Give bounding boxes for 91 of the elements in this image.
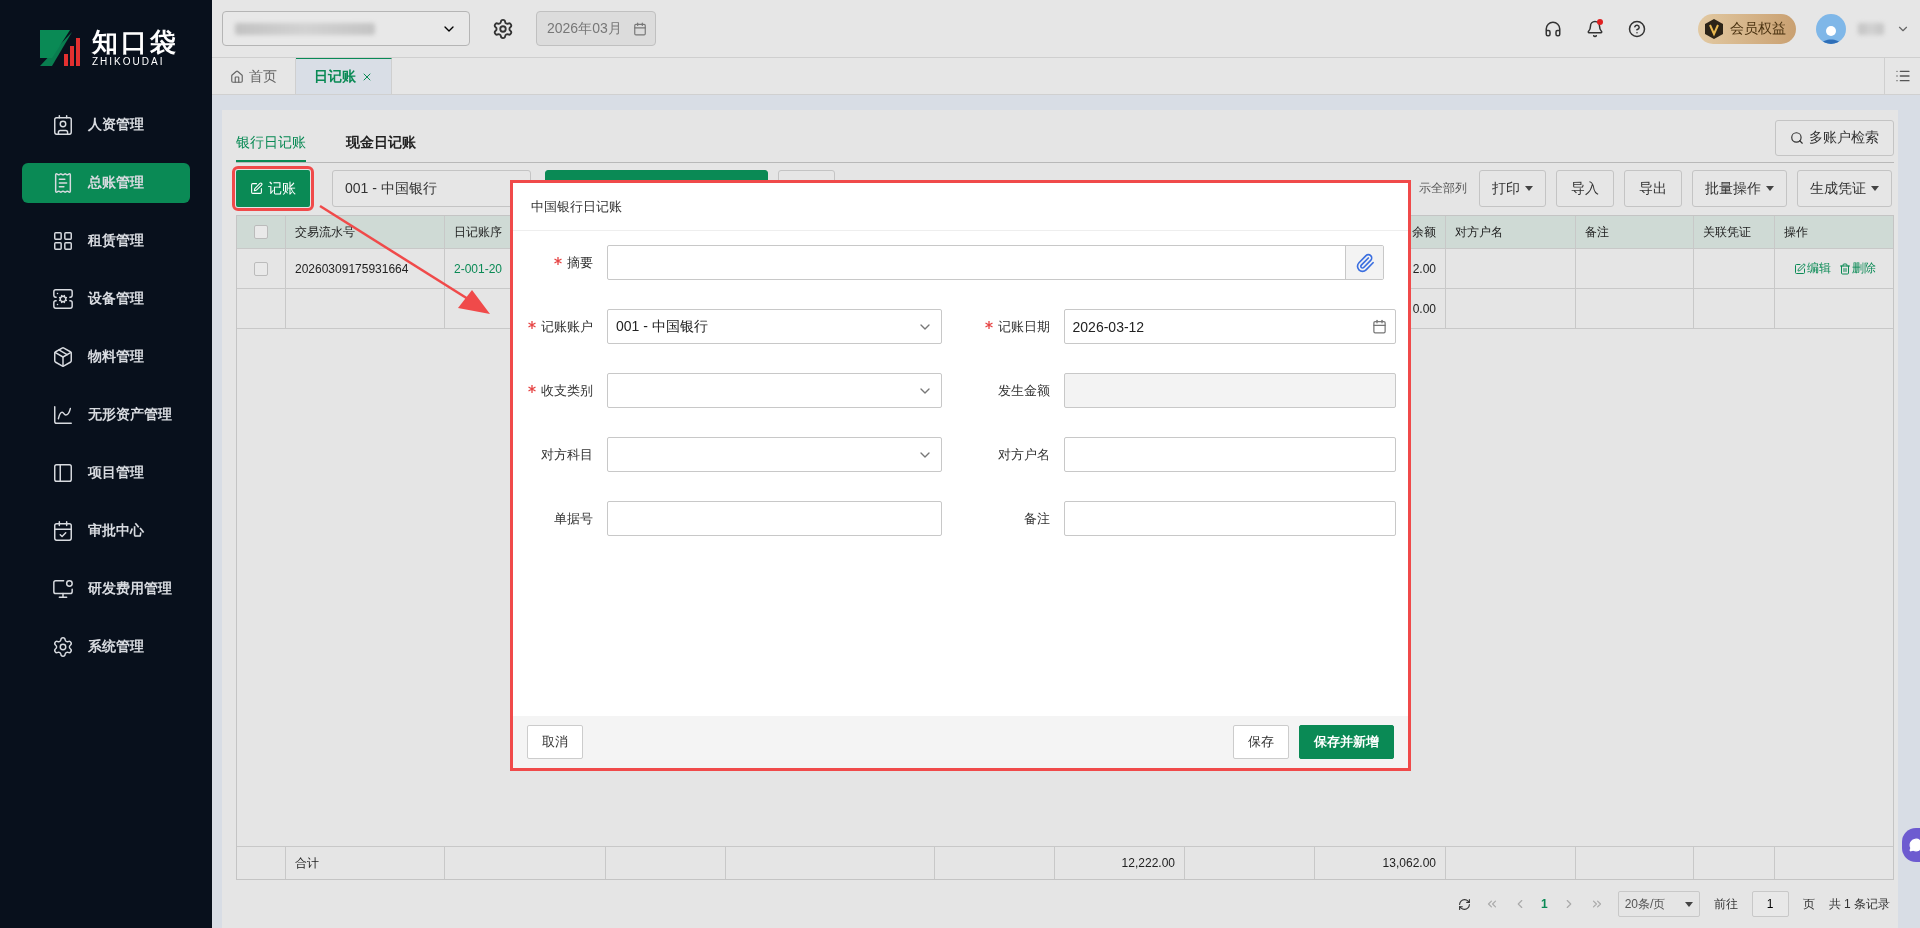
logo-name: 知口袋 bbox=[92, 27, 179, 57]
toolbar-button[interactable]: 批量操作 bbox=[1692, 170, 1787, 207]
select-field[interactable]: 001 - 中国银行 bbox=[607, 309, 942, 344]
sidebar-item[interactable]: 审批中心 bbox=[22, 511, 190, 551]
sidebar-item[interactable]: 无形资产管理 bbox=[22, 395, 190, 435]
field-label: 记账日期 bbox=[956, 317, 1064, 336]
date-field[interactable]: 2026-03-12 bbox=[1063, 309, 1396, 344]
sidebar-item[interactable]: 项目管理 bbox=[22, 453, 190, 493]
chart-icon bbox=[52, 404, 74, 426]
input-field[interactable] bbox=[1063, 501, 1396, 536]
company-select[interactable] bbox=[222, 11, 470, 46]
receipt-icon bbox=[52, 172, 74, 194]
row-checkbox[interactable] bbox=[254, 225, 268, 239]
sidebar-item[interactable]: 物料管理 bbox=[22, 337, 190, 377]
total-records: 共 1 条记录 bbox=[1828, 895, 1890, 913]
dialog-button[interactable]: 保存 bbox=[1233, 725, 1289, 759]
toolbar-button[interactable]: 导出 bbox=[1624, 170, 1682, 207]
row-checkbox[interactable] bbox=[254, 261, 268, 276]
hexagon-v-icon bbox=[1704, 17, 1724, 40]
toolbar-button[interactable]: 导入 bbox=[1556, 170, 1614, 207]
bell-icon[interactable] bbox=[1586, 19, 1604, 38]
dialog-button[interactable]: 保存并新增 bbox=[1299, 725, 1394, 759]
select-field[interactable] bbox=[607, 437, 942, 472]
period-field: 2026年03月 bbox=[536, 11, 656, 46]
help-icon[interactable] bbox=[1628, 19, 1646, 38]
column-header: 关联凭证 bbox=[1694, 216, 1775, 248]
toolbar-button[interactable]: 生成凭证 bbox=[1797, 170, 1892, 207]
edit-icon bbox=[250, 182, 263, 195]
refresh-icon[interactable] bbox=[1457, 897, 1471, 911]
multi-account-search-button[interactable]: 多账户检索 bbox=[1775, 120, 1894, 156]
show-all-columns-link[interactable]: 示全部列 bbox=[1419, 180, 1467, 197]
monitor-icon bbox=[52, 578, 74, 600]
field-label: 发生金额 bbox=[996, 381, 1051, 400]
sidebar-item[interactable]: 系统管理 bbox=[22, 627, 190, 667]
avatar-icon[interactable] bbox=[1816, 13, 1846, 44]
journal-tab[interactable]: 银行日记账 bbox=[236, 134, 306, 162]
page-size-select[interactable]: 20条/页 bbox=[1617, 891, 1700, 917]
blurred-text bbox=[1858, 22, 1884, 35]
search-icon bbox=[1790, 131, 1804, 145]
calendar-icon bbox=[1372, 319, 1387, 334]
field-label: 备注 bbox=[1022, 509, 1051, 528]
goto-label: 前往 bbox=[1713, 895, 1738, 913]
journal-tab[interactable]: 现金日记账 bbox=[346, 134, 416, 162]
column-header: 备注 bbox=[1576, 216, 1694, 248]
calendar-check-icon bbox=[52, 520, 74, 542]
toolbar-button[interactable]: 打印 bbox=[1479, 170, 1546, 207]
sidebar-item[interactable]: 设备管理 bbox=[22, 279, 190, 319]
calendar-icon bbox=[633, 21, 647, 36]
panel-icon bbox=[52, 462, 74, 484]
home-icon bbox=[230, 69, 244, 84]
paperclip-icon[interactable] bbox=[1345, 246, 1383, 279]
dialog-title: 中国银行日记账 bbox=[513, 183, 1408, 231]
logo-icon bbox=[38, 27, 82, 68]
settings-icon[interactable] bbox=[492, 17, 514, 40]
page-input[interactable]: 1 bbox=[1751, 891, 1789, 917]
delete-link[interactable]: 删除 bbox=[1839, 260, 1876, 277]
column-header: 对方户名 bbox=[1446, 216, 1576, 248]
summary-field[interactable] bbox=[607, 245, 1384, 280]
server-icon bbox=[52, 288, 74, 310]
dialog-button[interactable]: 取消 bbox=[527, 725, 583, 759]
edit-icon bbox=[1794, 262, 1806, 275]
field-label: 记账账户 bbox=[513, 317, 607, 336]
page-unit-label: 页 bbox=[1802, 895, 1815, 913]
field-label: 对方户名 bbox=[996, 445, 1051, 464]
trash-icon bbox=[1839, 262, 1851, 275]
logo-subtitle: ZHIKOUDAI bbox=[92, 56, 166, 68]
table-cell: 12,222.00 bbox=[1055, 847, 1185, 879]
sidebar-item[interactable]: 租赁管理 bbox=[22, 221, 190, 261]
contact-card-icon bbox=[52, 114, 74, 136]
input-field[interactable] bbox=[1063, 437, 1396, 472]
caret-icon bbox=[1684, 901, 1693, 907]
headset-icon[interactable] bbox=[1544, 19, 1562, 38]
edit-link[interactable]: 编辑 bbox=[1794, 260, 1831, 277]
member-badge[interactable]: 会员权益 bbox=[1698, 13, 1796, 44]
table-cell: 20260309175931664 bbox=[286, 249, 445, 288]
table-cell: 13,062.00 bbox=[1315, 847, 1446, 879]
column-header: 操作 bbox=[1783, 223, 1809, 241]
field-label: 收支类别 bbox=[513, 381, 607, 400]
select-field[interactable] bbox=[607, 373, 942, 408]
settings-icon bbox=[52, 636, 74, 658]
sidebar-item[interactable]: 人资管理 bbox=[22, 105, 190, 145]
grid-icon bbox=[52, 230, 74, 252]
sidebar-item[interactable]: 研发费用管理 bbox=[22, 569, 190, 609]
column-header: 交易流水号 bbox=[286, 216, 445, 248]
field-label: 对方科目 bbox=[540, 445, 594, 464]
table-cell: 合计 bbox=[286, 847, 445, 879]
field-label: 单据号 bbox=[553, 509, 594, 528]
input-field[interactable] bbox=[607, 501, 942, 536]
field-label: 摘要 bbox=[513, 253, 607, 272]
account-select[interactable]: 001 - 中国银行 bbox=[332, 170, 531, 207]
package-icon bbox=[52, 346, 74, 368]
